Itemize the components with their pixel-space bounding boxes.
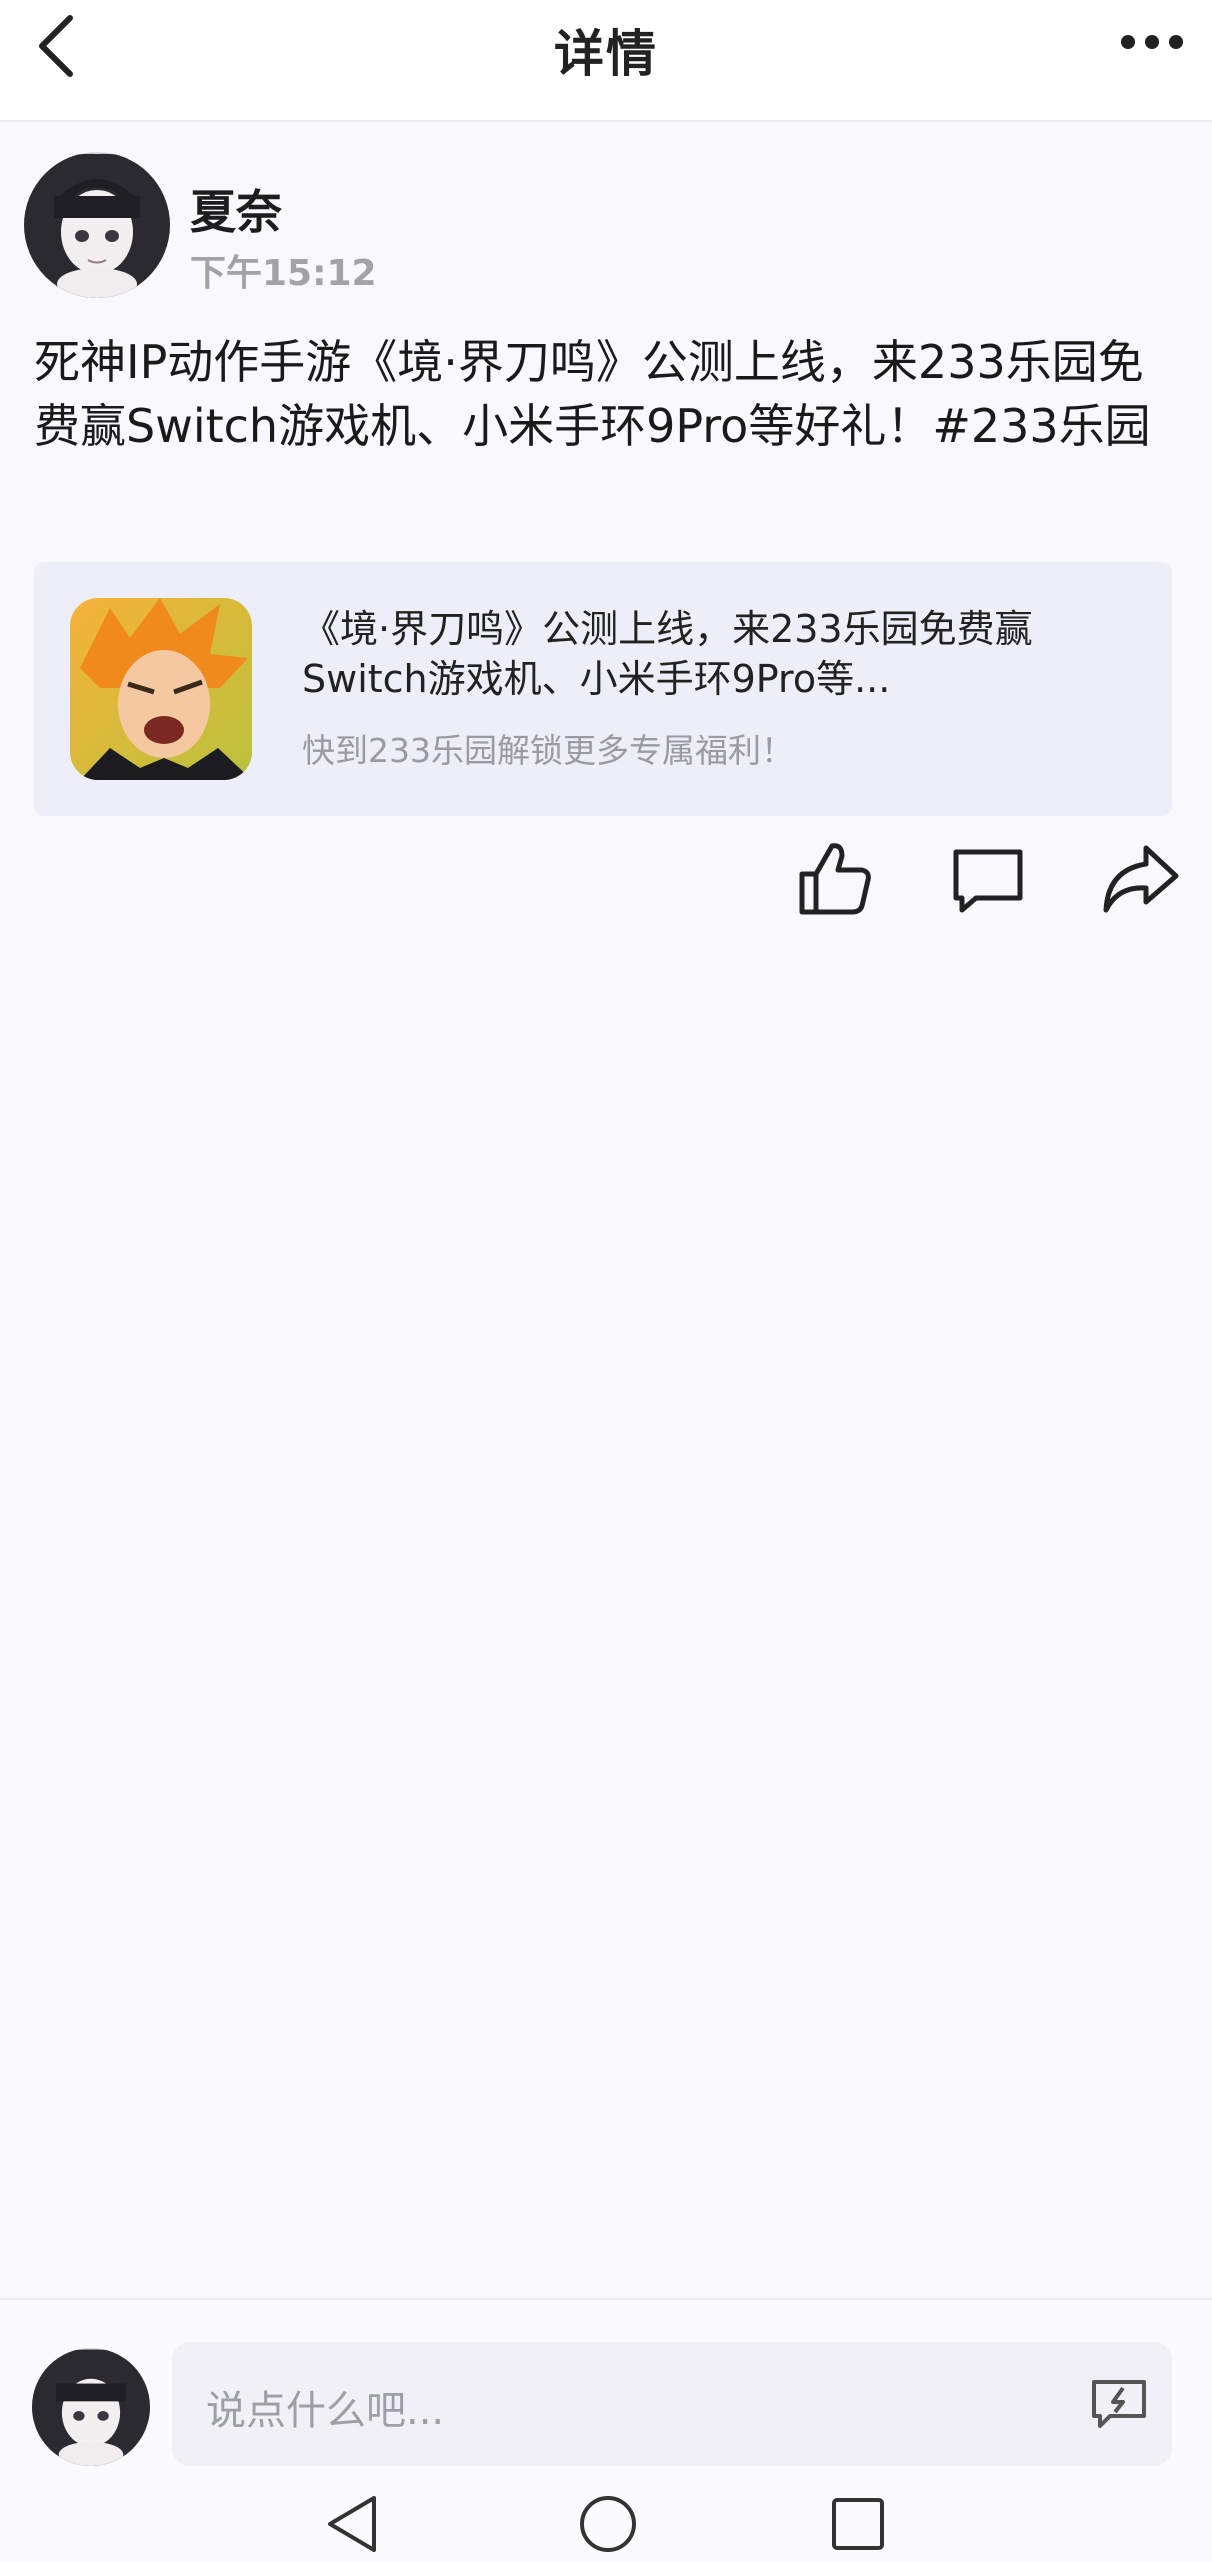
top-bar: 详情 — [0, 0, 1212, 122]
comment-button[interactable] — [948, 838, 1028, 918]
comment-input[interactable]: 说点什么吧... — [172, 2342, 1172, 2466]
triangle-back-icon[interactable] — [322, 2492, 386, 2556]
thumbs-up-icon — [799, 843, 871, 915]
current-user-avatar[interactable] — [32, 2348, 150, 2466]
circle-home-icon[interactable] — [576, 2492, 640, 2556]
post-content: 死神IP动作手游《境·界刀鸣》公测上线，来233乐园免费赢Switch游戏机、小… — [34, 335, 1151, 453]
link-card-subtitle: 快到233乐园解锁更多专属福利！ — [302, 731, 794, 770]
link-card[interactable]: 《境·界刀鸣》公测上线，来233乐园免费赢Switch游戏机、小米手环9Pro等… — [34, 562, 1172, 816]
quick-reply-icon[interactable] — [1090, 2378, 1148, 2430]
more-dots-icon — [1121, 35, 1183, 49]
more-button[interactable] — [1120, 30, 1184, 54]
author-avatar[interactable] — [24, 152, 170, 298]
comment-input-placeholder: 说点什么吧... — [206, 2388, 445, 2434]
like-button[interactable] — [794, 838, 874, 918]
post-time: 下午15:12 — [190, 253, 377, 294]
link-card-title: 《境·界刀鸣》公测上线，来233乐园免费赢Switch游戏机、小米手环9Pro等… — [302, 607, 1033, 701]
game-app-icon — [70, 598, 252, 780]
page-title: 详情 — [554, 25, 658, 83]
share-button[interactable] — [1100, 838, 1180, 918]
square-recent-icon[interactable] — [826, 2492, 890, 2556]
author-name[interactable]: 夏奈 — [190, 176, 282, 242]
comment-bubble-icon — [953, 849, 1023, 913]
share-arrow-icon — [1103, 845, 1179, 913]
comment-bar: 说点什么吧... — [0, 2298, 1212, 2562]
